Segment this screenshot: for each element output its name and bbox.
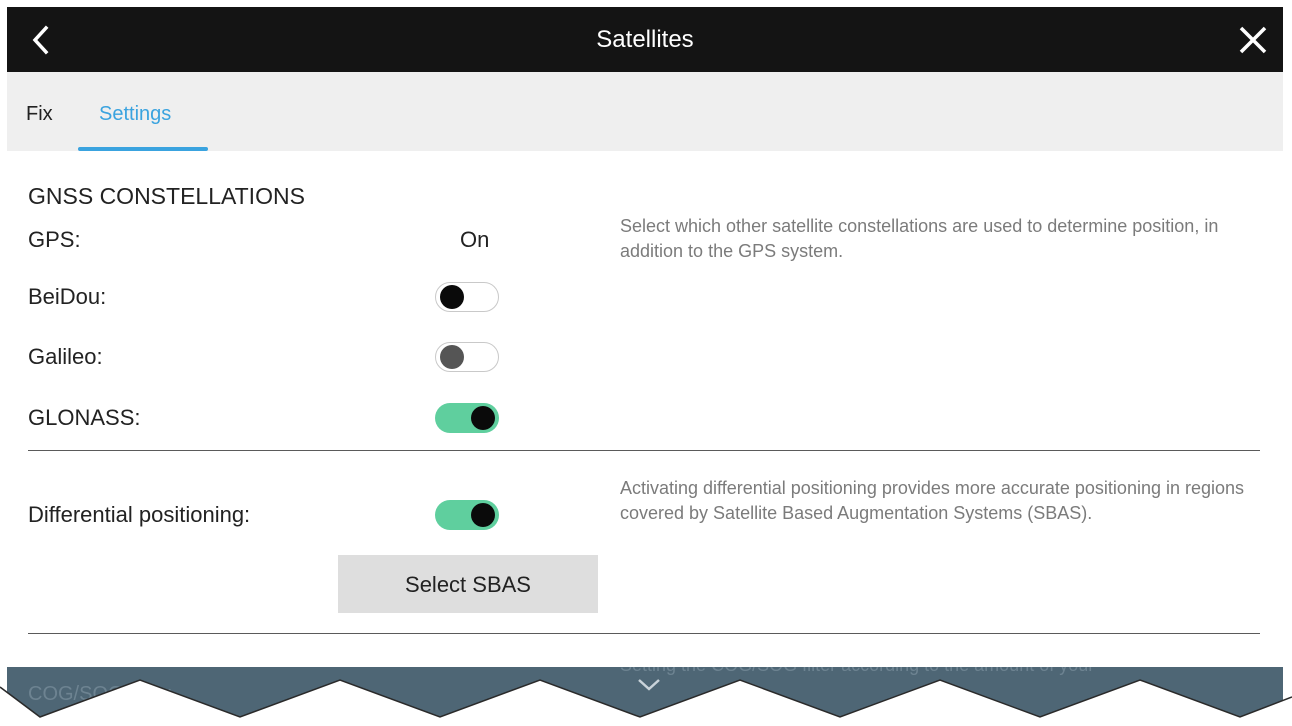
gnss-description: Select which other satellite constellati… — [620, 216, 1219, 261]
galileo-label: Galileo: — [28, 344, 103, 369]
glonass-toggle[interactable] — [435, 403, 499, 433]
settings-content: GNSS CONSTELLATIONS GPS: On BeiDou: Gali… — [7, 151, 1283, 726]
toggle-knob — [440, 285, 464, 309]
differential-positioning-toggle[interactable] — [435, 500, 499, 530]
beidou-label: BeiDou: — [28, 284, 107, 309]
differential-positioning-label: Differential positioning: — [28, 502, 251, 527]
select-sbas-button[interactable]: Select SBAS — [338, 555, 598, 613]
tab-bar: Fix Settings — [7, 72, 1283, 151]
toggle-knob — [471, 503, 495, 527]
close-icon[interactable] — [1237, 24, 1269, 56]
title-bar: Satellites — [7, 7, 1283, 72]
galileo-toggle[interactable] — [435, 342, 499, 372]
differential-description: Activating differential positioning prov… — [620, 478, 1245, 523]
section-divider — [28, 633, 1260, 634]
tab-settings[interactable]: Settings — [99, 72, 171, 151]
tab-fix[interactable]: Fix — [26, 72, 53, 151]
toggle-knob — [440, 345, 464, 369]
section-divider — [28, 450, 1260, 451]
glonass-label: GLONASS: — [28, 405, 141, 430]
beidou-toggle[interactable] — [435, 282, 499, 312]
gps-value: On — [460, 227, 490, 252]
gps-label: GPS: — [28, 227, 81, 252]
toggle-knob — [471, 406, 495, 430]
satellites-dialog: Satellites Fix Settings GNSS CONSTELLATI… — [7, 7, 1283, 726]
cog-sog-description-partial: Setting the COG/SOG filter according to … — [620, 667, 1094, 676]
gnss-section-heading: GNSS CONSTELLATIONS — [28, 183, 305, 209]
torn-edge-decoration — [0, 679, 1292, 726]
page-title: Satellites — [596, 26, 694, 53]
